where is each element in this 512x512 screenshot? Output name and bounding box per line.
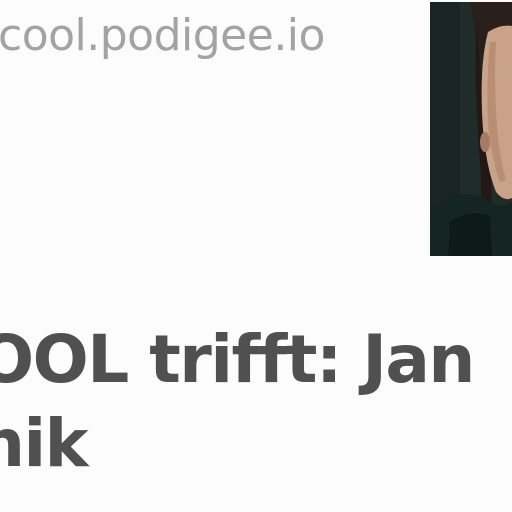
episode-title[interactable]: OOL trifft: Jan nik	[0, 318, 512, 486]
episode-title-line-1: OOL trifft: Jan	[0, 321, 475, 398]
person-photo-icon	[430, 2, 512, 256]
episode-title-line-2: nik	[0, 405, 89, 482]
site-url-link[interactable]: cool.podigee.io	[0, 4, 325, 68]
podcast-page: cool.podigee.io OOL trifft: Jan nik	[0, 0, 512, 512]
cover-photo[interactable]	[430, 2, 512, 256]
